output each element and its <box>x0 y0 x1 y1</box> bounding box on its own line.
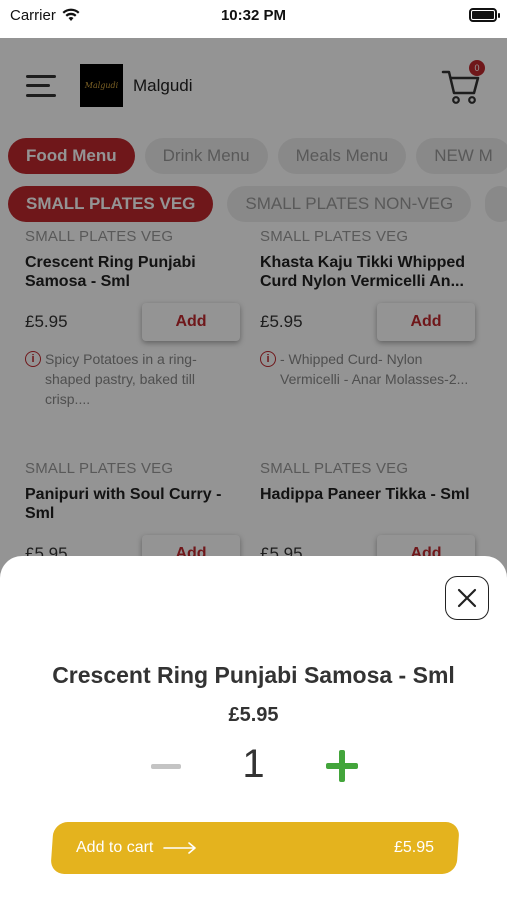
add-item-sheet: Crescent Ring Punjabi Samosa - Sml £5.95… <box>0 556 507 900</box>
sheet-item-price: £5.95 <box>228 704 279 726</box>
increase-quantity-button[interactable] <box>326 748 358 784</box>
sheet-item-title: Crescent Ring Punjabi Samosa - Sml <box>52 662 455 688</box>
close-icon <box>457 588 477 608</box>
add-to-cart-price: £5.95 <box>393 839 434 856</box>
minus-icon <box>151 763 181 769</box>
close-button[interactable] <box>445 576 489 620</box>
decrease-quantity-button[interactable] <box>150 750 182 782</box>
quantity-stepper: 1 <box>0 742 507 792</box>
status-bar: Carrier 10:32 PM <box>0 0 507 30</box>
add-to-cart-button[interactable]: Add to cart £5.95 <box>50 822 460 874</box>
quantity-value: 1 <box>242 742 265 786</box>
arrow-right-icon <box>163 842 197 854</box>
add-to-cart-label: Add to cart <box>76 839 154 856</box>
status-time: 10:32 PM <box>220 6 287 24</box>
battery-icon <box>469 8 500 22</box>
